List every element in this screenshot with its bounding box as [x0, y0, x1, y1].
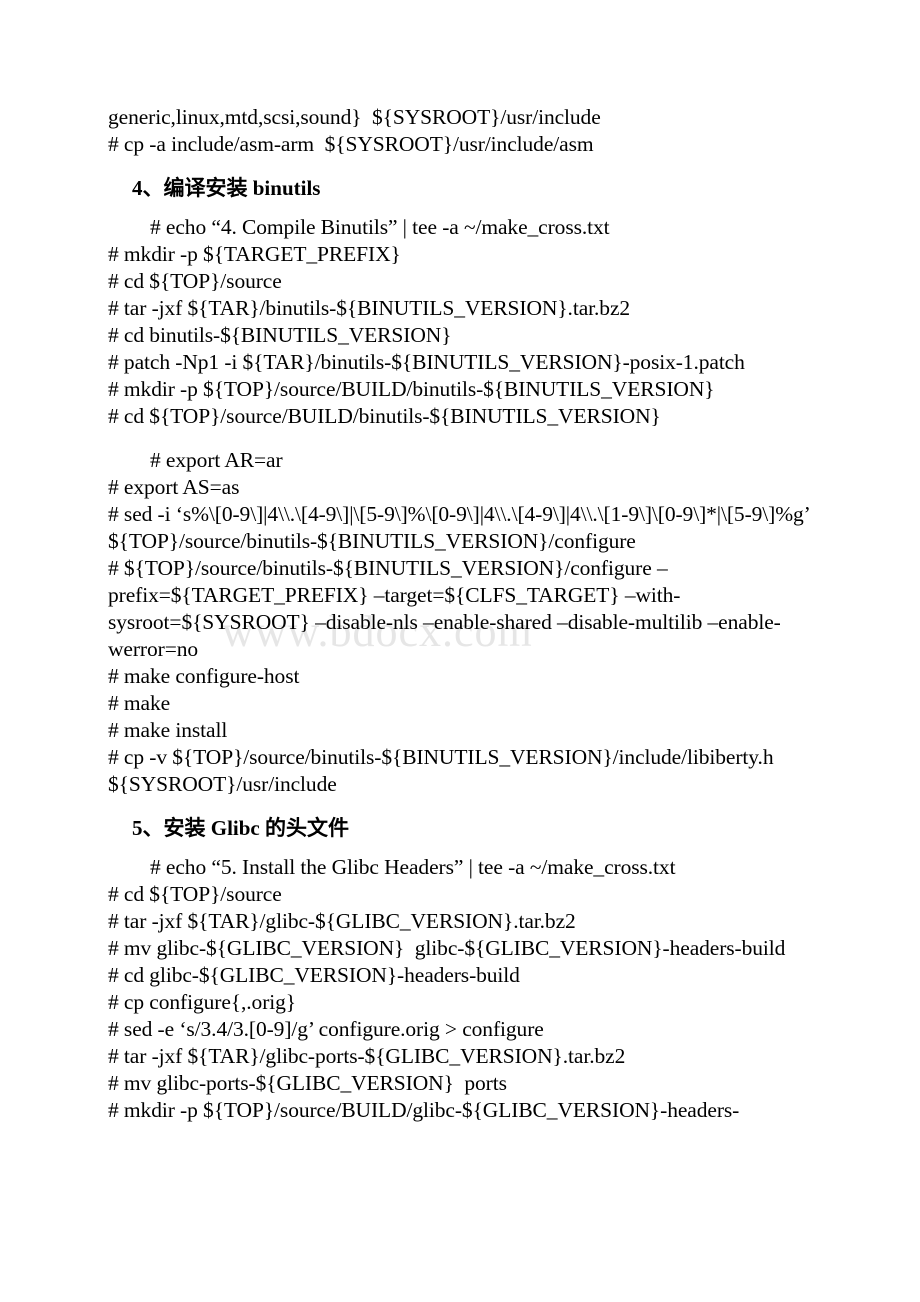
document-page: www.bdocx.com generic,linux,mtd,scsi,sou…	[0, 0, 920, 1302]
code-line: # echo “4. Compile Binutils” | tee -a ~/…	[150, 215, 610, 239]
code-line: # cp configure{,.orig}	[108, 990, 296, 1014]
section-heading: 4、编译安装 binutils	[132, 176, 321, 200]
section-heading: 5、安装 Glibc 的头文件	[132, 816, 350, 840]
document-body: generic,linux,mtd,scsi,sound} ${SYSROOT}…	[108, 104, 820, 1124]
code-line: # sed -i ‘s%\[0-9\]|4\\.\[4-9\]|\[5-9\]%…	[108, 502, 820, 553]
code-line: # make install	[108, 718, 228, 742]
code-line: # export AR=ar	[150, 448, 283, 472]
code-line: # export AS=as	[108, 475, 240, 499]
code-line: # cd ${TOP}/source/BUILD/binutils-${BINU…	[108, 404, 661, 428]
code-line: # mkdir -p ${TOP}/source/BUILD/binutils-…	[108, 377, 715, 401]
code-line: # cd binutils-${BINUTILS_VERSION}	[108, 323, 452, 347]
code-line: # tar -jxf ${TAR}/glibc-ports-${GLIBC_VE…	[108, 1044, 626, 1068]
code-line: # make	[108, 691, 171, 715]
code-line: # cp -v ${TOP}/source/binutils-${BINUTIL…	[108, 745, 779, 796]
code-line: # ${TOP}/source/binutils-${BINUTILS_VERS…	[108, 556, 781, 661]
code-line: # echo “5. Install the Glibc Headers” | …	[150, 855, 676, 879]
code-line: # sed -e ‘s/3.4/3.[0-9]/g’ configure.ori…	[108, 1017, 544, 1041]
code-line: # tar -jxf ${TAR}/binutils-${BINUTILS_VE…	[108, 296, 631, 320]
code-line: # cd ${TOP}/source	[108, 269, 282, 293]
code-line: # tar -jxf ${TAR}/glibc-${GLIBC_VERSION}…	[108, 909, 576, 933]
code-line: # cd glibc-${GLIBC_VERSION}-headers-buil…	[108, 963, 520, 987]
code-line: # make configure-host	[108, 664, 300, 688]
code-line: # patch -Np1 -i ${TAR}/binutils-${BINUTI…	[108, 350, 745, 374]
code-line: # cd ${TOP}/source	[108, 882, 282, 906]
code-line: # mv glibc-ports-${GLIBC_VERSION} ports	[108, 1071, 507, 1095]
code-line: # mv glibc-${GLIBC_VERSION} glibc-${GLIB…	[108, 936, 786, 960]
code-line: # mkdir -p ${TOP}/source/BUILD/glibc-${G…	[108, 1098, 740, 1122]
code-line: # cp -a include/asm-arm ${SYSROOT}/usr/i…	[108, 132, 594, 156]
code-line: generic,linux,mtd,scsi,sound} ${SYSROOT}…	[108, 105, 601, 129]
code-line: # mkdir -p ${TARGET_PREFIX}	[108, 242, 401, 266]
